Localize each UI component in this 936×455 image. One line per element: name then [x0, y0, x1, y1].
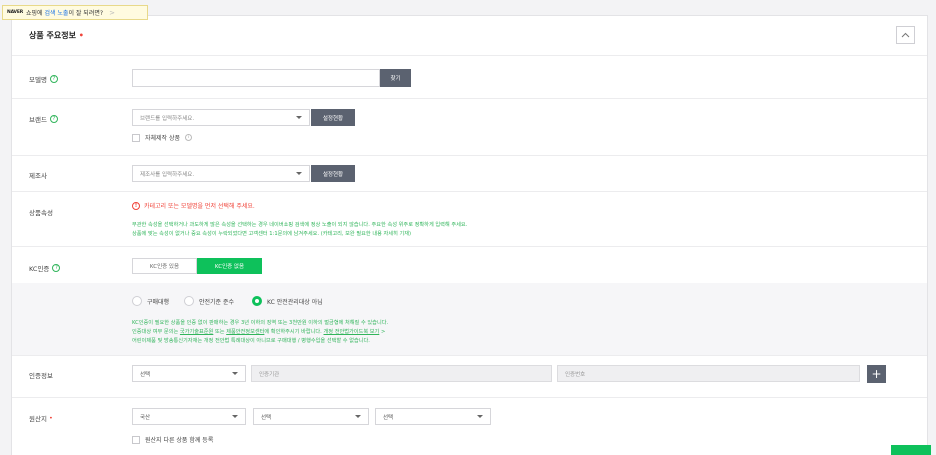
kc-label-text: KC인증 — [29, 265, 50, 273]
multi-origin-label: 원산지 다른 상품 함께 등록 — [145, 437, 214, 444]
radio-label: 안전기준 준수 — [199, 298, 235, 306]
cert-label-text: 인증정보 — [29, 372, 53, 380]
origin-label-text: 원산지 — [29, 415, 47, 423]
plus-icon: + — [871, 367, 882, 381]
brand-label: 브랜드 ? — [29, 114, 58, 124]
origin-select-2[interactable]: 선택 — [253, 408, 369, 425]
manufacturer-settings-button[interactable]: 설정현황 — [311, 165, 355, 182]
attributes-label-text: 상품속성 — [29, 209, 53, 217]
origin-select-1-value: 국산 — [140, 414, 151, 421]
attributes-label: 상품속성 — [29, 207, 53, 217]
caret-down-icon — [232, 372, 238, 375]
divider — [12, 55, 927, 56]
info-icon[interactable]: i — [185, 134, 193, 141]
caret-down-icon — [232, 415, 238, 418]
manufacturer-placeholder: 제조사를 입력하주세요. — [140, 171, 195, 178]
cert-number-input: 인증번호 — [557, 365, 860, 382]
cert-type-select[interactable]: 선택 — [132, 365, 246, 382]
brand-settings-button[interactable]: 설정현황 — [311, 109, 355, 126]
brand-select[interactable]: 브랜드를 입력하주세요. — [132, 109, 310, 126]
radio-circle[interactable] — [132, 296, 142, 306]
origin-label: 원산지 • — [29, 413, 53, 423]
caret-down-icon — [296, 116, 302, 119]
checkbox-box[interactable] — [132, 435, 140, 444]
attributes-warning: ! 카테고리 또는 모델명을 먼저 선택해 주세요. — [132, 201, 255, 210]
section-title-text: 상품 주요정보 — [29, 31, 76, 40]
model-label-text: 모델명 — [29, 76, 47, 84]
radio-label: KC 안전관리대상 아님 — [267, 298, 323, 306]
manufacturer-select[interactable]: 제조사를 입력하주세요. — [132, 165, 310, 182]
checkbox-box[interactable] — [132, 133, 140, 142]
divider — [12, 397, 927, 398]
add-cert-button[interactable]: + — [867, 365, 886, 383]
kc-note-2b: 또는 — [215, 329, 225, 335]
caret-down-icon — [355, 415, 361, 418]
banner-text-highlight: 검색 노출 — [44, 10, 69, 17]
multi-origin-checkbox[interactable]: 원산지 다른 상품 함께 등록 — [132, 435, 213, 444]
origin-select-1[interactable]: 국산 — [132, 408, 246, 425]
kc-note-1: KC인증이 필요한 상품을 인증 없이 판매하는 경우 3년 이하의 징역 또는… — [132, 320, 389, 326]
guidebook-link[interactable]: 개정 전안법가이드북 보기 — [324, 329, 380, 335]
radio-label: 구매대행 — [147, 298, 170, 306]
radio-purchase-agency[interactable]: 구매대행 — [132, 296, 169, 306]
attributes-desc-1: 무관한 속성을 선택하거나 과도하게 많은 속성을 선택하는 경우 네이버쇼핑 … — [132, 222, 468, 228]
help-icon[interactable]: ? — [52, 264, 61, 272]
caret-down-icon — [296, 172, 302, 175]
manufacturer-label-text: 제조사 — [29, 172, 47, 180]
origin-select-2-value: 선택 — [261, 414, 272, 421]
kc-yes-button[interactable]: KC인증 있음 — [132, 258, 197, 274]
cert-label: 인증정보 — [29, 370, 53, 380]
kc-note-2: 인증대상 여부 문의는 국가기술표준원 또는 제품안전정보센터에 확인하주시기 … — [132, 328, 385, 335]
kc-toggle: KC인증 있음 KC인증 없음 — [132, 258, 262, 274]
manufacturer-label: 제조사 — [29, 170, 47, 180]
warning-icon: ! — [132, 201, 140, 210]
help-icon[interactable]: ? — [49, 115, 58, 123]
chevron-up-icon — [901, 32, 910, 38]
own-product-label: 자체제작 상품 — [145, 135, 181, 142]
kats-link[interactable]: 국가기술표준원 — [180, 329, 213, 335]
banner-text-suffix: 이 잘 되려면? — [68, 10, 104, 17]
kc-note-2c: 에 확인하주시기 바랍니다. — [264, 329, 322, 335]
divider — [12, 191, 927, 192]
help-icon[interactable]: ? — [49, 75, 58, 83]
required-mark: • — [78, 31, 84, 40]
safety-info-center-link[interactable]: 제품안전정보센터 — [226, 329, 264, 335]
kc-note-3: 어린이제품 및 방송통신기자재는 개정 전안법 특례대상이 아니므로 구매대행 … — [132, 338, 370, 344]
divider — [12, 355, 927, 356]
caret-down-icon — [477, 415, 483, 418]
divider — [12, 98, 927, 99]
kc-note-2a: 인증대상 여부 문의는 — [132, 329, 179, 335]
floating-action-button[interactable] — [891, 445, 931, 455]
attributes-desc-2: 상품에 맞는 속성이 없거나 중요 속성이 누락되었다면 고객센터 1:1문의에… — [132, 231, 412, 237]
collapse-button[interactable] — [896, 26, 915, 44]
divider — [12, 246, 927, 247]
naver-logo: NAVER — [7, 10, 23, 15]
origin-select-3-value: 선택 — [383, 414, 394, 421]
find-model-button[interactable]: 찾기 — [380, 69, 411, 87]
brand-label-text: 브랜드 — [29, 116, 47, 124]
warning-text: 카테고리 또는 모델명을 먼저 선택해 주세요. — [144, 203, 255, 210]
banner-text-prefix: 쇼핑에 — [25, 10, 43, 17]
radio-safety-standard[interactable]: 안전기준 준수 — [184, 296, 234, 306]
model-label: 모델명 ? — [29, 74, 58, 84]
kc-label: KC인증 ? — [29, 263, 61, 273]
model-name-input[interactable] — [132, 69, 380, 87]
kc-no-button[interactable]: KC인증 없음 — [197, 258, 262, 274]
radio-circle[interactable] — [184, 296, 194, 306]
search-exposure-banner[interactable]: NAVER 쇼핑에 검색 노출 이 잘 되려면? > — [2, 5, 148, 20]
cert-agency-input: 인증기관 — [251, 365, 552, 382]
own-product-checkbox[interactable]: 자체제작 상품 i — [132, 133, 193, 142]
radio-not-kc-target[interactable]: KC 안전관리대상 아님 — [252, 296, 323, 306]
section-title: 상품 주요정보 • — [29, 30, 84, 41]
chevron-right-icon: > — [380, 329, 386, 335]
origin-select-3[interactable]: 선택 — [375, 408, 491, 425]
required-mark: • — [49, 414, 53, 422]
brand-placeholder: 브랜드를 입력하주세요. — [140, 115, 195, 122]
cert-type-value: 선택 — [140, 371, 151, 378]
divider — [12, 155, 927, 156]
radio-circle-selected[interactable] — [252, 296, 262, 306]
chevron-right-icon: > — [109, 8, 115, 17]
